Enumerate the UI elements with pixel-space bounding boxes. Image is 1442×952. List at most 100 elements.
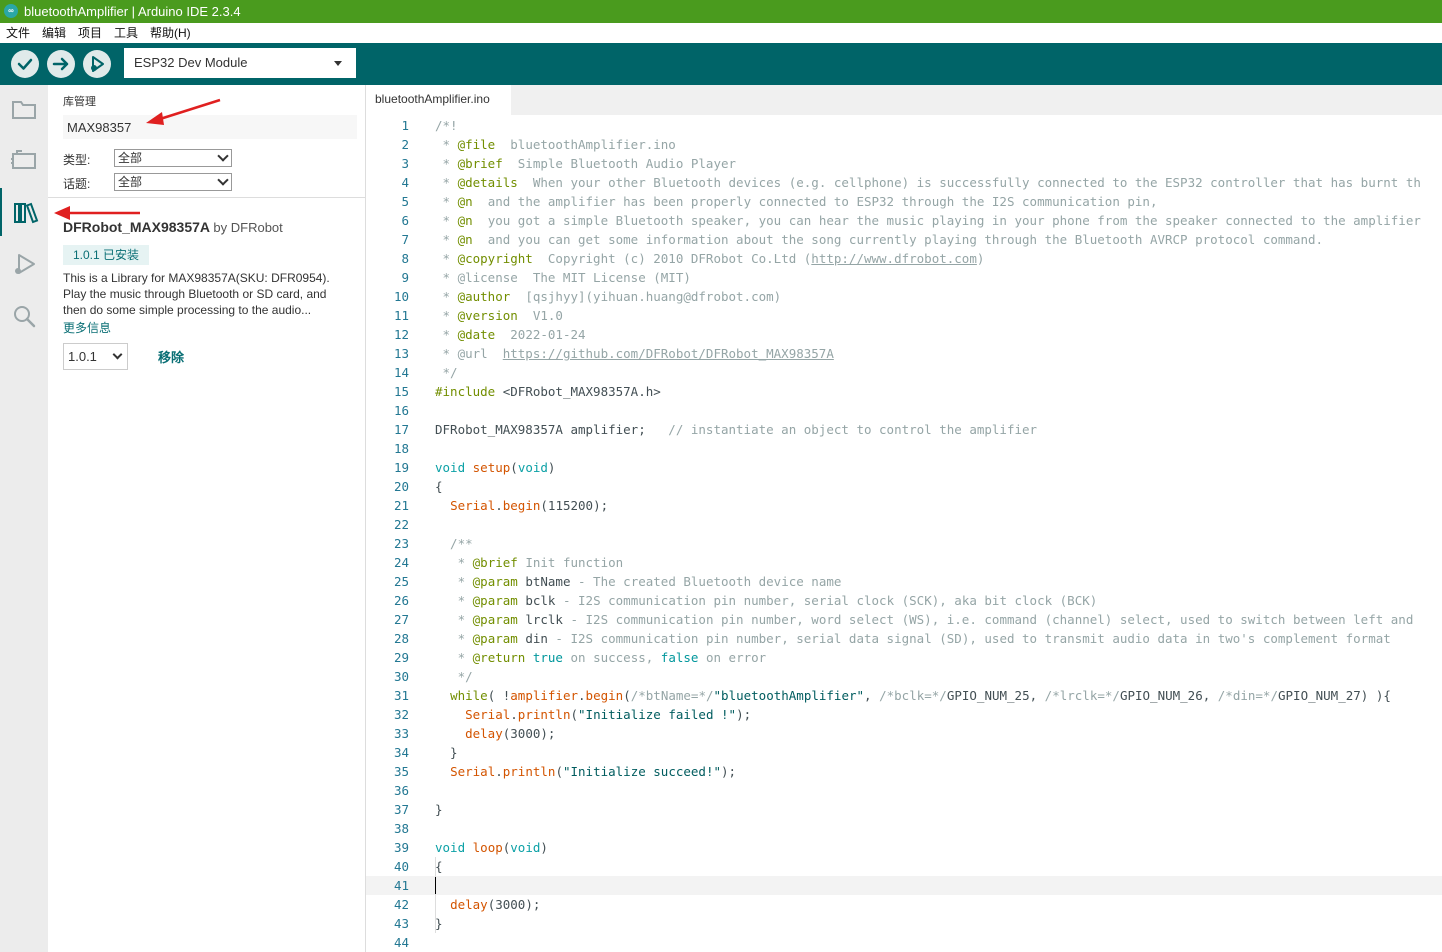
- code-text: #include <DFRobot_MAX98357A.h>: [435, 384, 661, 399]
- line-number: 27: [393, 612, 409, 627]
- code-text: * @n and you can get some information ab…: [435, 232, 1324, 247]
- editor-tab-bar: bluetoothAmplifier.ino: [366, 85, 1442, 115]
- code-line[interactable]: 12 * @date 2022-01-24: [366, 325, 1442, 344]
- code-line[interactable]: 18: [366, 439, 1442, 458]
- code-text: * @param lrclk - I2S communication pin n…: [435, 612, 1414, 627]
- line-number: 13: [393, 346, 409, 361]
- code-text: */: [435, 669, 473, 684]
- line-number: 9: [401, 270, 409, 285]
- code-text: * @license The MIT License (MIT): [435, 270, 691, 285]
- code-line[interactable]: 15 #include <DFRobot_MAX98357A.h>: [366, 382, 1442, 401]
- code-line[interactable]: 8 * @copyright Copyright (c) 2010 DFRobo…: [366, 249, 1442, 268]
- line-number: 4: [401, 175, 409, 190]
- code-line[interactable]: 3 * @brief Simple Bluetooth Audio Player: [366, 154, 1442, 173]
- code-line[interactable]: 41: [366, 876, 1442, 895]
- line-number: 17: [393, 422, 409, 437]
- code-line[interactable]: 38: [366, 819, 1442, 838]
- code-text: Serial.println("Initialize failed !");: [465, 707, 752, 722]
- line-number: 19: [393, 460, 409, 475]
- line-number: 3: [401, 156, 409, 171]
- code-line[interactable]: 9 * @license The MIT License (MIT): [366, 268, 1442, 287]
- code-text: void setup(void): [435, 460, 556, 475]
- code-line[interactable]: 34 }: [366, 743, 1442, 762]
- code-line[interactable]: 43}: [366, 914, 1442, 933]
- code-text: Serial.println("Initialize succeed!");: [450, 764, 737, 779]
- code-line[interactable]: 24 * @brief Init function: [366, 553, 1442, 572]
- code-line[interactable]: 11 * @version V1.0: [366, 306, 1442, 325]
- code-line[interactable]: 13 * @url https://github.com/DFRobot/DFR…: [366, 344, 1442, 363]
- code-text: Serial.begin(115200);: [450, 498, 609, 513]
- line-number: 2: [401, 137, 409, 152]
- code-line[interactable]: 2 * @file bluetoothAmplifier.ino: [366, 135, 1442, 154]
- line-number: 7: [401, 232, 409, 247]
- code-line[interactable]: 35 Serial.println("Initialize succeed!")…: [366, 762, 1442, 781]
- code-text: * @return true on success, false on erro…: [435, 650, 767, 665]
- code-text: delay(3000);: [450, 897, 541, 912]
- line-number: 26: [393, 593, 409, 608]
- line-number: 21: [393, 498, 409, 513]
- line-number: 41: [393, 878, 409, 893]
- code-text: * @file bluetoothAmplifier.ino: [435, 137, 676, 152]
- code-line[interactable]: 42 delay(3000);: [366, 895, 1442, 914]
- line-number: 22: [393, 517, 409, 532]
- code-text: * @brief Init function: [435, 555, 624, 570]
- line-number: 31: [393, 688, 409, 703]
- code-text: * @param din - I2S communication pin num…: [435, 631, 1391, 646]
- line-number: 43: [393, 916, 409, 931]
- code-line[interactable]: 37}: [366, 800, 1442, 819]
- line-number: 42: [393, 897, 409, 912]
- code-line[interactable]: 21 Serial.begin(115200);: [366, 496, 1442, 515]
- code-line[interactable]: 30 */: [366, 667, 1442, 686]
- code-line[interactable]: 26 * @param bclk - I2S communication pin…: [366, 591, 1442, 610]
- code-text: * @param bclk - I2S communication pin nu…: [435, 593, 1098, 608]
- code-text: while( !amplifier.begin(/*btName=*/"blue…: [450, 688, 1391, 703]
- code-line[interactable]: 14 */: [366, 363, 1442, 382]
- code-text: * @copyright Copyright (c) 2010 DFRobot …: [435, 251, 985, 266]
- line-number: 34: [393, 745, 409, 760]
- code-text: }: [435, 916, 443, 931]
- code-line[interactable]: 7 * @n and you can get some information …: [366, 230, 1442, 249]
- code-editor[interactable]: 1/*! 2 * @file bluetoothAmplifier.ino 3 * …: [366, 115, 1442, 952]
- line-number: 35: [393, 764, 409, 779]
- code-text: * @url https://github.com/DFRobot/DFRobo…: [435, 346, 834, 361]
- code-line[interactable]: 31 while( !amplifier.begin(/*btName=*/"b…: [366, 686, 1442, 705]
- code-text: /*!: [435, 118, 458, 133]
- code-line[interactable]: 16: [366, 401, 1442, 420]
- code-line[interactable]: 6 * @n you got a simple Bluetooth speake…: [366, 211, 1442, 230]
- code-line[interactable]: 25 * @param btName - The created Bluetoo…: [366, 572, 1442, 591]
- code-line[interactable]: 28 * @param din - I2S communication pin …: [366, 629, 1442, 648]
- code-line[interactable]: 22: [366, 515, 1442, 534]
- code-text: * @n you got a simple Bluetooth speaker,…: [435, 213, 1421, 228]
- line-number: 5: [401, 194, 409, 209]
- code-text: {: [435, 479, 443, 494]
- code-line[interactable]: 20 {: [366, 477, 1442, 496]
- code-line[interactable]: 39 void loop(void): [366, 838, 1442, 857]
- line-number: 28: [393, 631, 409, 646]
- code-line[interactable]: 23 /**: [366, 534, 1442, 553]
- line-number: 1: [401, 118, 409, 133]
- code-line[interactable]: 19 void setup(void): [366, 458, 1442, 477]
- code-line[interactable]: 33 delay(3000);: [366, 724, 1442, 743]
- code-line[interactable]: 40 {: [366, 857, 1442, 876]
- code-line[interactable]: 27 * @param lrclk - I2S communication pi…: [366, 610, 1442, 629]
- code-line[interactable]: 29 * @return true on success, false on e…: [366, 648, 1442, 667]
- code-line[interactable]: 10 * @author [qsjhyy](yihuan.huang@dfrob…: [366, 287, 1442, 306]
- line-number: 37: [393, 802, 409, 817]
- indent-guide: [435, 857, 436, 876]
- code-line[interactable]: 1 /*!: [366, 116, 1442, 135]
- code-text: * @date 2022-01-24: [435, 327, 586, 342]
- code-text: delay(3000);: [465, 726, 556, 741]
- line-number: 10: [393, 289, 409, 304]
- line-number: 16: [393, 403, 409, 418]
- code-line[interactable]: 4 * @details When your other Bluetooth d…: [366, 173, 1442, 192]
- line-number: 6: [401, 213, 409, 228]
- line-number: 44: [393, 935, 409, 950]
- code-line[interactable]: 32 Serial.println("Initialize failed !")…: [366, 705, 1442, 724]
- tab-bluetoothamplifier[interactable]: bluetoothAmplifier.ino: [366, 85, 511, 115]
- line-number: 24: [393, 555, 409, 570]
- code-line[interactable]: 17 DFRobot_MAX98357A amplifier; // instan…: [366, 420, 1442, 439]
- code-line[interactable]: 44: [366, 933, 1442, 952]
- code-line[interactable]: 5 * @n and the amplifier has been proper…: [366, 192, 1442, 211]
- code-line[interactable]: 36: [366, 781, 1442, 800]
- line-number: 25: [393, 574, 409, 589]
